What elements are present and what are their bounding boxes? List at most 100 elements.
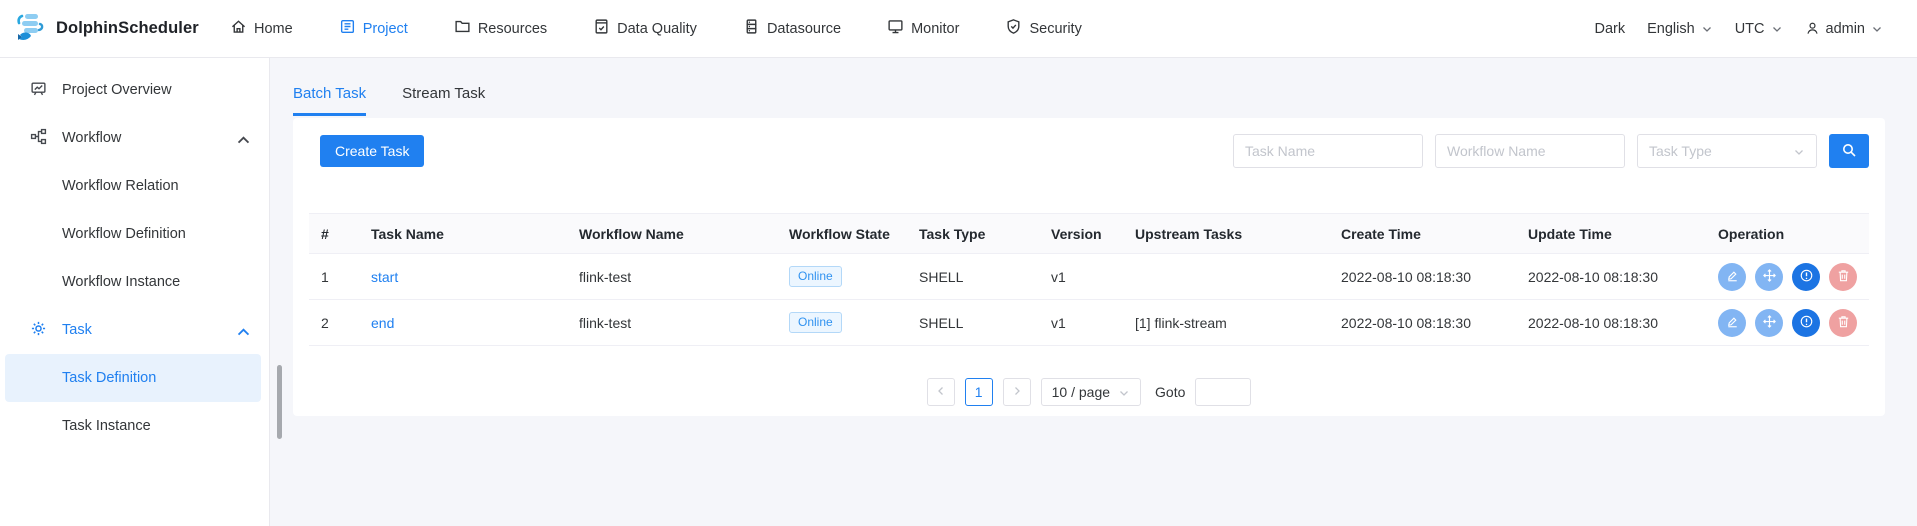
- data-quality-icon: [593, 18, 610, 39]
- folder-icon: [454, 18, 471, 39]
- sidebar: Project Overview Workflow Workflow Relat…: [0, 58, 270, 526]
- shield-icon: [1005, 18, 1022, 39]
- sidebar-item-label: Workflow Instance: [62, 274, 247, 290]
- col-upstream-tasks: Upstream Tasks: [1123, 226, 1329, 242]
- sidebar-item-label: Workflow Relation: [62, 178, 247, 194]
- sidebar-item-workflow-definition[interactable]: Workflow Definition: [0, 210, 269, 258]
- cell-upstream-tasks: [1] flink-stream: [1123, 315, 1329, 331]
- sidebar-item-workflow[interactable]: Workflow: [0, 114, 269, 162]
- nav-item-security[interactable]: Security: [1005, 18, 1081, 39]
- pencil-icon: [1725, 268, 1740, 286]
- sidebar-item-task[interactable]: Task: [0, 306, 269, 354]
- col-index: #: [309, 226, 359, 242]
- cell-task-type: SHELL: [907, 269, 1039, 285]
- goto-page-input[interactable]: [1195, 378, 1251, 406]
- page-size-label: 10 / page: [1052, 384, 1110, 400]
- delete-button[interactable]: [1829, 263, 1857, 291]
- sidebar-item-label: Task Instance: [62, 418, 247, 434]
- page-size-select[interactable]: 10 / page: [1041, 378, 1141, 406]
- nav-item-project[interactable]: Project: [339, 18, 408, 39]
- move-button[interactable]: [1755, 309, 1783, 337]
- exclamation-circle-icon: [1799, 314, 1814, 332]
- sidebar-item-task-definition[interactable]: Task Definition: [5, 354, 261, 402]
- chevron-down-icon: [1118, 386, 1130, 398]
- delete-button[interactable]: [1829, 309, 1857, 337]
- cell-workflow-name: flink-test: [567, 315, 777, 331]
- cell-update-time: 2022-08-10 08:18:30: [1516, 315, 1706, 331]
- col-operation: Operation: [1706, 226, 1869, 242]
- page-number-button[interactable]: 1: [965, 378, 993, 406]
- task-name-link[interactable]: start: [371, 269, 398, 285]
- chevron-down-icon: [1771, 23, 1783, 35]
- task-table: # Task Name Workflow Name Workflow State…: [309, 213, 1869, 346]
- theme-toggle[interactable]: Dark: [1595, 21, 1626, 37]
- cell-version: v1: [1039, 315, 1123, 331]
- move-button[interactable]: [1755, 263, 1783, 291]
- nav-item-resources[interactable]: Resources: [454, 18, 547, 39]
- top-navbar: DolphinScheduler Home Project Resources …: [0, 0, 1917, 58]
- tab-stream-task[interactable]: Stream Task: [402, 85, 485, 116]
- table-row: 2 end flink-test Online SHELL v1 [1] fli…: [309, 300, 1869, 346]
- toolbar: Create Task Task Type: [309, 134, 1869, 168]
- col-update-time: Update Time: [1516, 226, 1706, 242]
- timezone-select[interactable]: UTC: [1735, 21, 1783, 37]
- sidebar-item-label: Task: [62, 322, 235, 338]
- nav-item-label: Home: [254, 21, 293, 37]
- version-info-button[interactable]: [1792, 263, 1820, 291]
- chevron-right-icon: [1011, 385, 1023, 400]
- language-select[interactable]: English: [1647, 21, 1713, 37]
- sidebar-item-label: Project Overview: [62, 82, 247, 98]
- cell-version: v1: [1039, 269, 1123, 285]
- chevron-down-icon: [1793, 145, 1805, 157]
- create-task-button[interactable]: Create Task: [320, 135, 424, 167]
- task-type-placeholder: Task Type: [1649, 143, 1712, 159]
- workflow-icon: [30, 128, 62, 149]
- workflow-name-input[interactable]: [1435, 134, 1625, 168]
- nav-item-label: Project: [363, 21, 408, 37]
- user-icon: [1805, 21, 1820, 36]
- chevron-up-icon: [235, 132, 247, 144]
- chevron-down-icon: [1871, 23, 1883, 35]
- cell-index: 2: [309, 315, 359, 331]
- search-group: Task Type: [1233, 134, 1869, 168]
- project-overview-icon: [30, 80, 62, 101]
- sidebar-item-workflow-relation[interactable]: Workflow Relation: [0, 162, 269, 210]
- trash-icon: [1836, 268, 1851, 286]
- col-workflow-name: Workflow Name: [567, 226, 777, 242]
- sidebar-item-task-instance[interactable]: Task Instance: [0, 402, 269, 450]
- task-type-select[interactable]: Task Type: [1637, 134, 1817, 168]
- main-content: Batch Task Stream Task Create Task Task …: [270, 58, 1917, 526]
- move-icon: [1762, 314, 1777, 332]
- task-name-input[interactable]: [1233, 134, 1423, 168]
- nav-item-label: Resources: [478, 21, 547, 37]
- task-definition-card: Create Task Task Type # Task Name Workfl…: [293, 118, 1885, 416]
- version-info-button[interactable]: [1792, 309, 1820, 337]
- row-operations: [1718, 309, 1869, 337]
- col-create-time: Create Time: [1329, 226, 1516, 242]
- user-menu[interactable]: admin: [1805, 21, 1884, 37]
- edit-button[interactable]: [1718, 263, 1746, 291]
- home-icon: [230, 18, 247, 39]
- col-version: Version: [1039, 226, 1123, 242]
- timezone-label: UTC: [1735, 21, 1765, 37]
- next-page-button[interactable]: [1003, 378, 1031, 406]
- cell-create-time: 2022-08-10 08:18:30: [1329, 269, 1516, 285]
- cell-update-time: 2022-08-10 08:18:30: [1516, 269, 1706, 285]
- search-button[interactable]: [1829, 134, 1869, 168]
- status-badge: Online: [789, 312, 842, 333]
- nav-item-data-quality[interactable]: Data Quality: [593, 18, 697, 39]
- nav-item-monitor[interactable]: Monitor: [887, 18, 959, 39]
- prev-page-button[interactable]: [927, 378, 955, 406]
- search-icon: [1841, 142, 1857, 161]
- sidebar-item-workflow-instance[interactable]: Workflow Instance: [0, 258, 269, 306]
- tab-batch-task[interactable]: Batch Task: [293, 85, 366, 116]
- task-name-link[interactable]: end: [371, 315, 394, 331]
- edit-button[interactable]: [1718, 309, 1746, 337]
- col-workflow-state: Workflow State: [777, 226, 907, 242]
- sidebar-item-project-overview[interactable]: Project Overview: [0, 66, 269, 114]
- cell-create-time: 2022-08-10 08:18:30: [1329, 315, 1516, 331]
- nav-item-datasource[interactable]: Datasource: [743, 18, 841, 39]
- nav-item-home[interactable]: Home: [230, 18, 293, 39]
- goto-label: Goto: [1155, 384, 1185, 400]
- chevron-up-icon: [235, 324, 247, 336]
